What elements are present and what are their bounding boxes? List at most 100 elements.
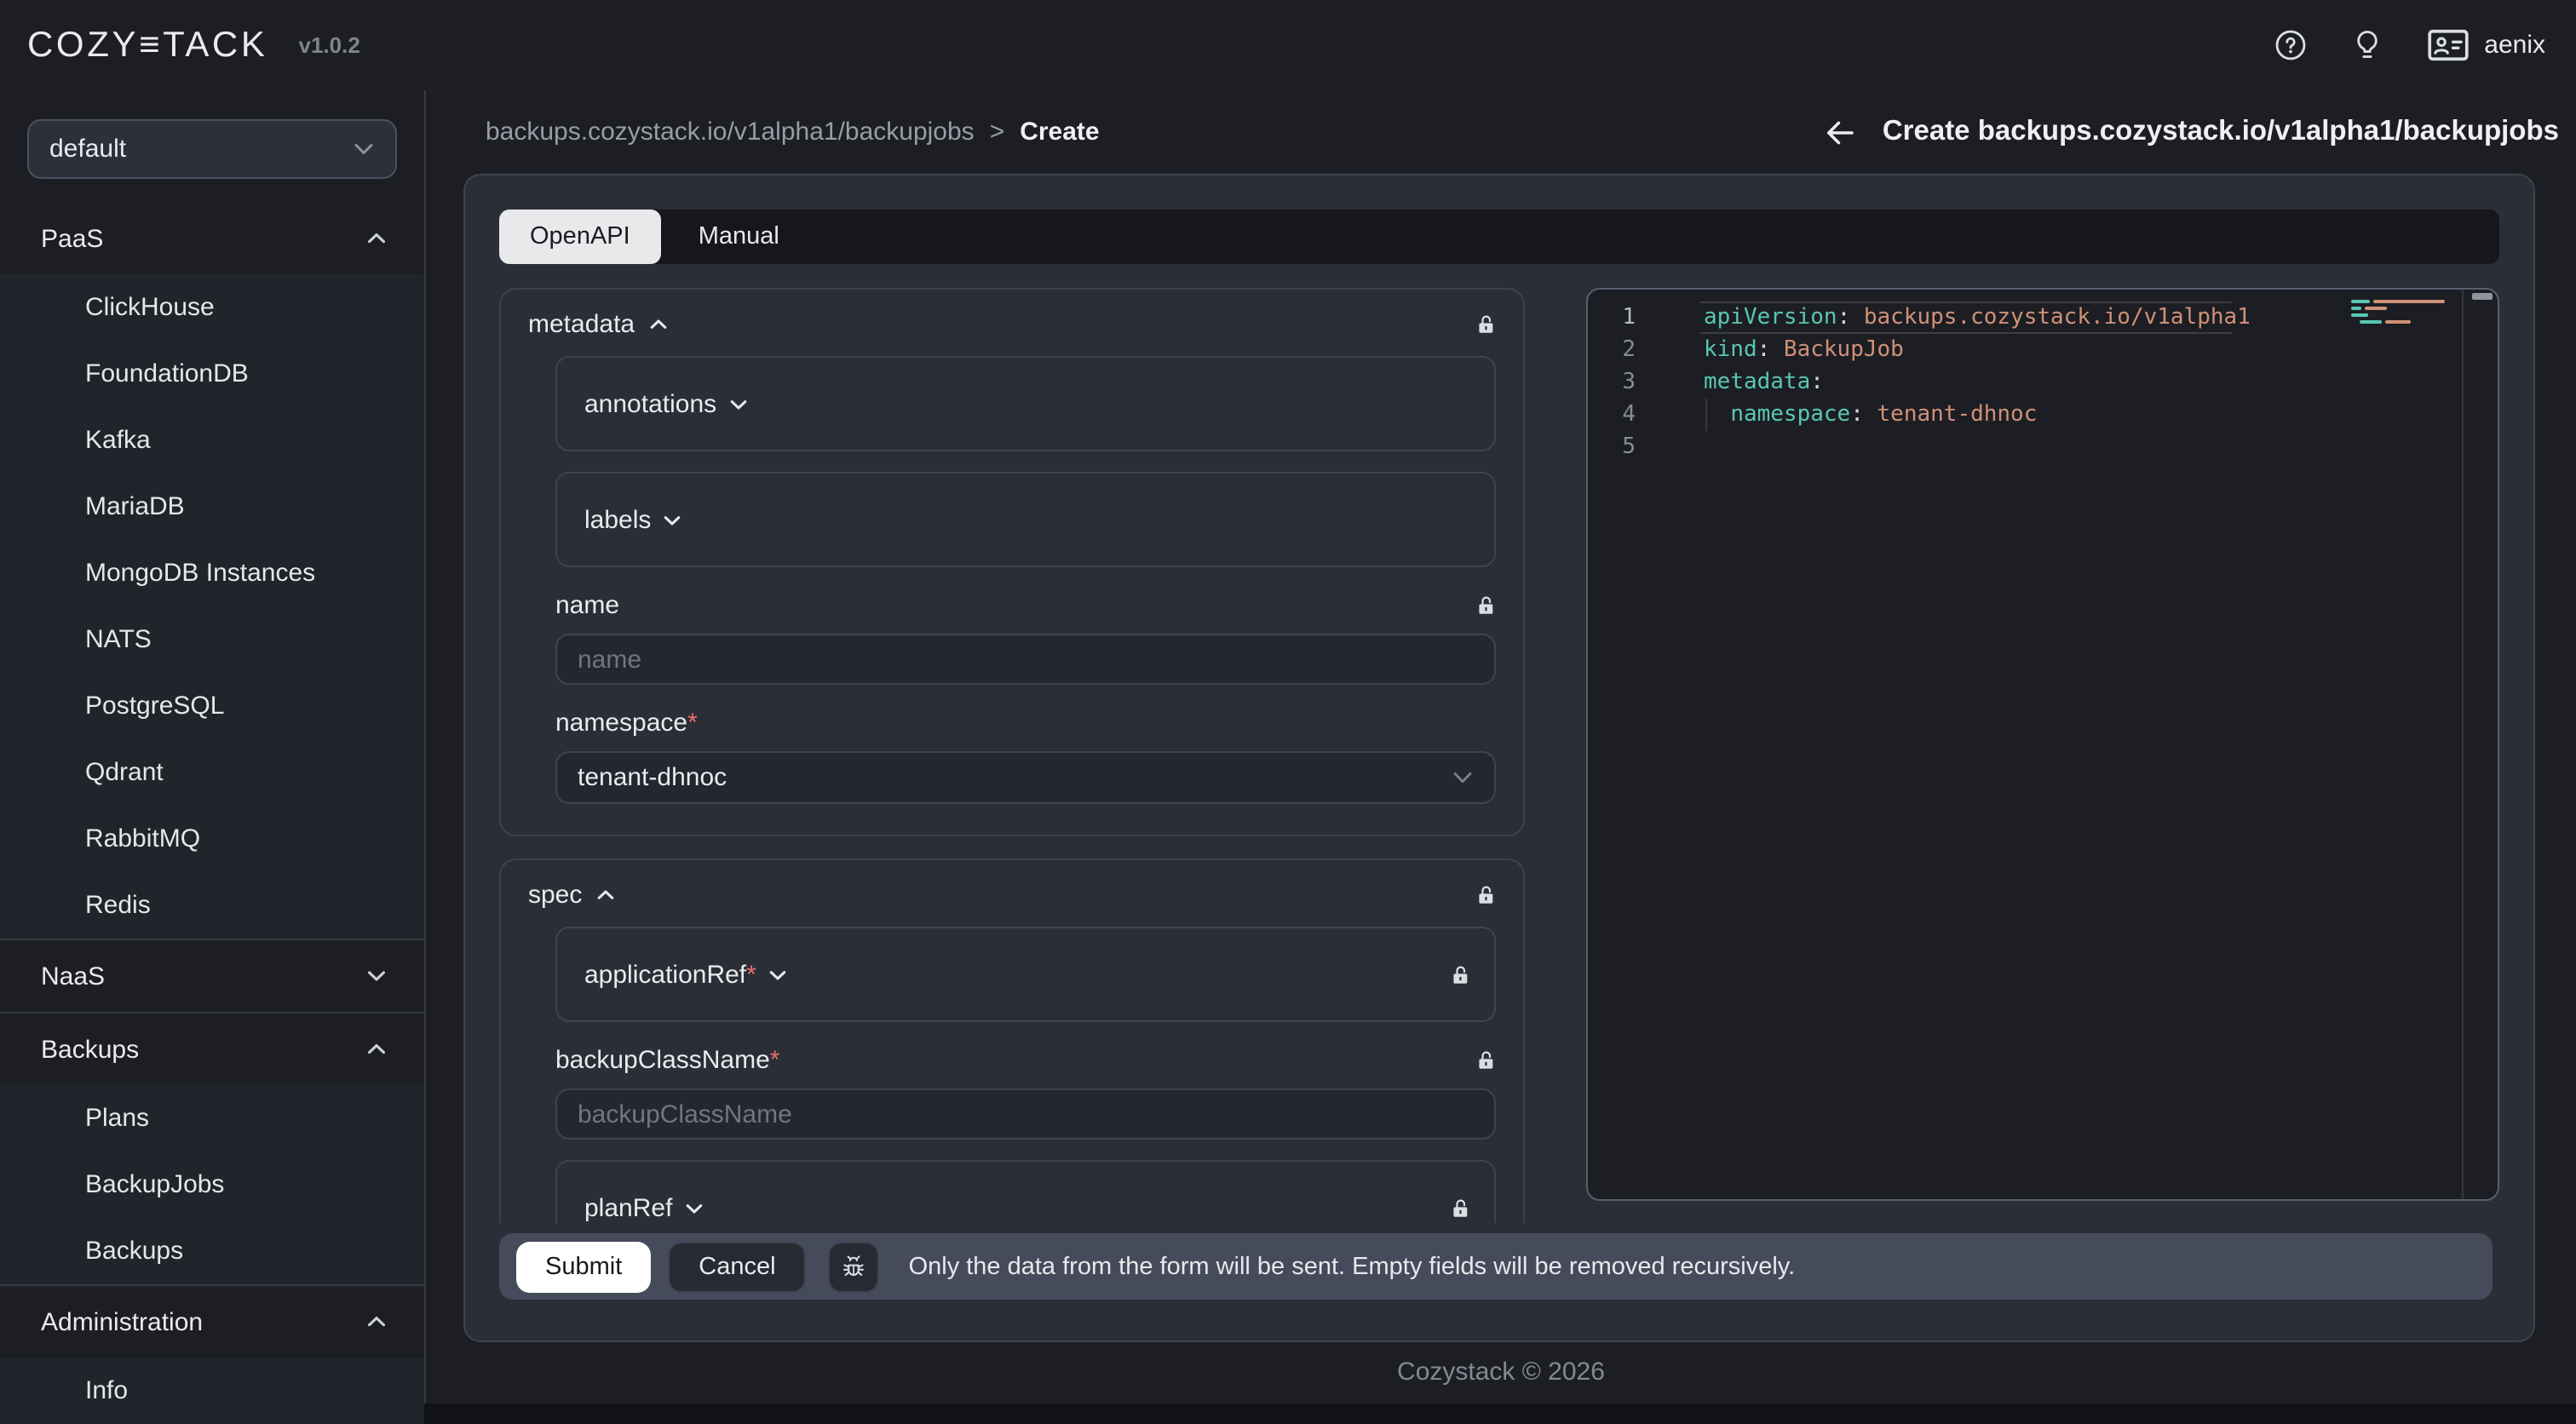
sidebar-section-backups[interactable]: Backups (0, 1013, 424, 1085)
lightbulb-icon (2353, 29, 2382, 61)
submit-button[interactable]: Submit (516, 1241, 651, 1292)
back-button[interactable] (1823, 115, 1857, 149)
tab-manual[interactable]: Manual (661, 210, 817, 264)
sidebar-section-administration[interactable]: Administration (0, 1286, 424, 1358)
breadcrumb-current: Create (1020, 118, 1099, 146)
help-icon (2274, 29, 2307, 61)
line-number: 1 (1588, 301, 1659, 334)
namespace-select-value: tenant-dhnoc (578, 763, 727, 792)
scrollbar-thumb[interactable] (2472, 293, 2493, 300)
cancel-button[interactable]: Cancel (668, 1241, 806, 1292)
chevron-down-icon (366, 969, 387, 983)
user-menu[interactable]: aenix (2428, 29, 2545, 61)
editor-mode-tabs: OpenAPI Manual (499, 210, 2499, 264)
name-lock-icon[interactable] (1475, 594, 1496, 617)
yaml-code-editor[interactable]: 1 apiVersion: backups.cozystack.io/v1alp… (1586, 288, 2499, 1201)
main-content: backups.cozystack.io/v1alpha1/backupjobs… (426, 90, 2576, 1404)
breadcrumb-resource-link[interactable]: backups.cozystack.io/v1alpha1/backupjobs (486, 118, 975, 146)
submenu-paas: ClickHouse FoundationDB Kafka MariaDB Mo… (0, 274, 424, 939)
theme-button[interactable] (2353, 29, 2382, 61)
arrow-left-icon (1823, 115, 1857, 149)
sidebar-item-foundationdb[interactable]: FoundationDB (0, 341, 424, 407)
line-number: 2 (1588, 334, 1659, 366)
namespace-field-label: namespace* (555, 709, 698, 738)
backupclassname-lock-icon[interactable] (1475, 1049, 1496, 1071)
sidebar-item-backupjobs[interactable]: BackupJobs (0, 1151, 424, 1218)
line-number: 3 (1588, 366, 1659, 399)
sidebar-item-nats[interactable]: NATS (0, 606, 424, 673)
spec-lock-icon[interactable] (1475, 884, 1496, 906)
labels-expander[interactable]: labels (555, 472, 1496, 567)
minimap[interactable] (2351, 300, 2457, 327)
code-line: 4 namespace: tenant-dhnoc (1588, 399, 2498, 431)
section-title: spec (528, 881, 582, 910)
sidebar-item-redis[interactable]: Redis (0, 872, 424, 939)
name-field-label: name (555, 591, 619, 620)
sidebar-item-rabbitmq[interactable]: RabbitMQ (0, 806, 424, 872)
chevron-up-icon (366, 1042, 387, 1056)
planref-expander[interactable]: planRef (555, 1160, 1496, 1223)
sidebar-item-mariadb[interactable]: MariaDB (0, 474, 424, 540)
debug-button[interactable] (829, 1241, 880, 1292)
user-name: aenix (2484, 31, 2545, 60)
chevron-up-icon (595, 889, 614, 901)
form-note: Only the data from the form will be sent… (909, 1253, 1796, 1280)
sidebar-item-backups[interactable]: Backups (0, 1218, 424, 1284)
backupclassname-input[interactable] (555, 1088, 1496, 1140)
code-line: 2 kind: BackupJob (1588, 334, 2498, 366)
spec-section-toggle[interactable]: spec (528, 881, 614, 910)
field-label: applicationRef* (584, 960, 756, 989)
app: COZY≡TACK v1.0.2 (0, 0, 2576, 1404)
chevron-up-icon (366, 1315, 387, 1329)
sidebar-item-postgresql[interactable]: PostgreSQL (0, 673, 424, 739)
section-label: NaaS (41, 962, 105, 990)
app-logo: COZY≡TACK (27, 25, 268, 66)
submenu-backups: Plans BackupJobs Backups (0, 1085, 424, 1284)
chevron-down-icon (1452, 770, 1474, 785)
field-label: planRef (584, 1193, 672, 1222)
section-label: PaaS (41, 224, 103, 253)
action-bar: Submit Cancel (499, 1233, 2493, 1300)
sidebar-item-kafka[interactable]: Kafka (0, 407, 424, 474)
required-mark: * (687, 709, 698, 738)
field-label: annotations (584, 389, 716, 418)
scrollbar-track (2462, 290, 2464, 1199)
submenu-administration: Info (0, 1358, 424, 1424)
context-select-value: default (49, 135, 126, 164)
header-actions: aenix (2274, 29, 2545, 61)
tab-openapi[interactable]: OpenAPI (499, 210, 661, 264)
chevron-down-icon (663, 514, 681, 525)
metadata-card: metadata annotations (499, 288, 1525, 836)
sidebar-item-qdrant[interactable]: Qdrant (0, 739, 424, 806)
code-line: 3 metadata: (1588, 366, 2498, 399)
applicationref-expander[interactable]: applicationRef* (555, 927, 1496, 1022)
sidebar-item-plans[interactable]: Plans (0, 1085, 424, 1151)
chevron-down-icon (684, 1202, 703, 1214)
line-number: 5 (1588, 431, 1659, 463)
backupclassname-field-label: backupClassName* (555, 1046, 779, 1075)
annotations-expander[interactable]: annotations (555, 356, 1496, 451)
chevron-up-icon (648, 319, 667, 330)
footer-copyright: Cozystack © 2026 (426, 1342, 2576, 1404)
namespace-select[interactable]: tenant-dhnoc (555, 751, 1496, 804)
metadata-lock-icon[interactable] (1475, 313, 1496, 336)
app-header: COZY≡TACK v1.0.2 (0, 0, 2576, 90)
sidebar-section-naas[interactable]: NaaS (0, 940, 424, 1012)
create-panel: OpenAPI Manual metadata (463, 174, 2535, 1342)
sidebar-section-paas[interactable]: PaaS (0, 203, 424, 274)
sidebar-item-mongodb-instances[interactable]: MongoDB Instances (0, 540, 424, 606)
help-button[interactable] (2274, 29, 2307, 61)
section-title: metadata (528, 310, 635, 339)
form-column: metadata annotations (499, 288, 1525, 1223)
spec-card: spec applicationRef* (499, 858, 1525, 1223)
metadata-section-toggle[interactable]: metadata (528, 310, 667, 339)
applicationref-lock-icon[interactable] (1450, 963, 1470, 985)
topbar: backups.cozystack.io/v1alpha1/backupjobs… (426, 90, 2576, 174)
chevron-up-icon (366, 232, 387, 245)
sidebar-item-info[interactable]: Info (0, 1358, 424, 1424)
sidebar-item-clickhouse[interactable]: ClickHouse (0, 274, 424, 341)
sidebar: default PaaS ClickHouse FoundationDB Kaf… (0, 90, 426, 1404)
name-input[interactable] (555, 634, 1496, 685)
planref-lock-icon[interactable] (1450, 1197, 1470, 1219)
context-select[interactable]: default (27, 119, 397, 179)
